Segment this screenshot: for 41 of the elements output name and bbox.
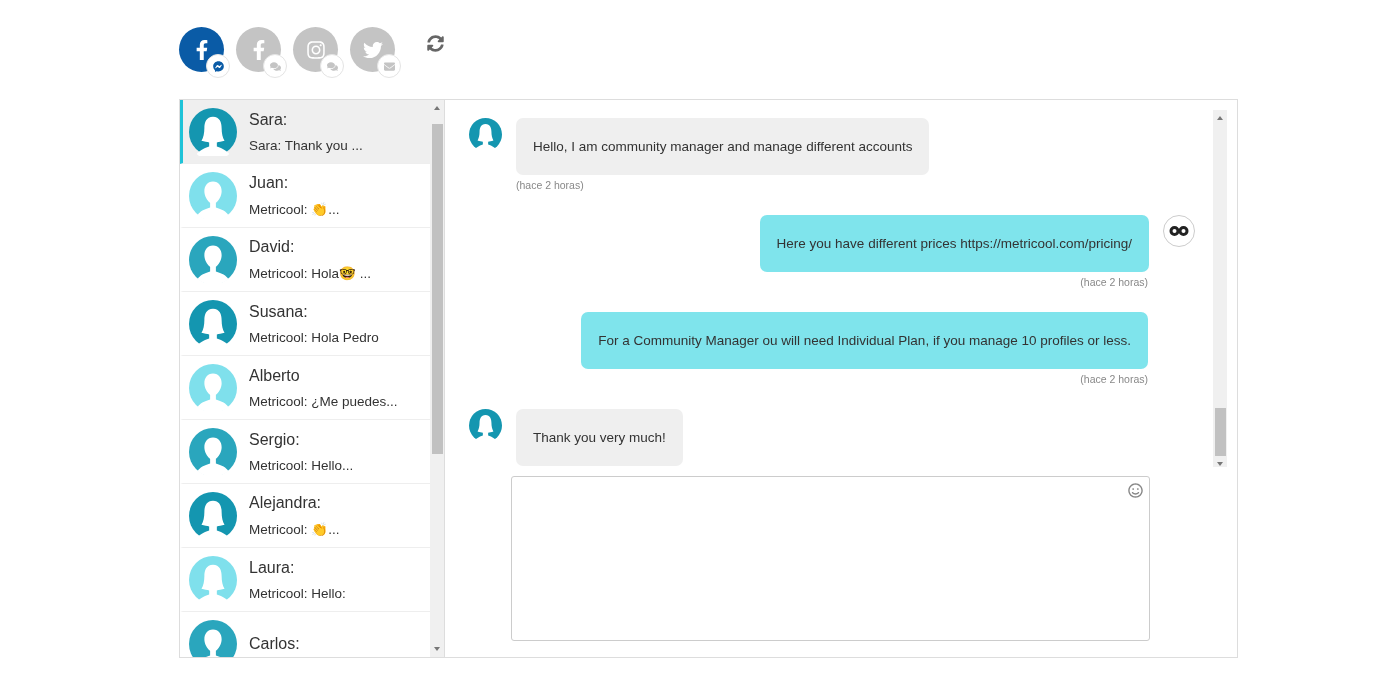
scrollbar[interactable] — [1213, 110, 1227, 467]
contact-name: Sergio: — [249, 430, 301, 449]
message-preview: Sara: Thank you ... — [249, 137, 363, 153]
instagram-icon — [305, 39, 326, 60]
emoji-button[interactable] — [1128, 483, 1143, 498]
scrollbar[interactable] — [430, 100, 444, 657]
message-bubble: Hello, I am community manager and manage different accounts — [516, 118, 930, 175]
message-bubble: Here you have different prices https://metricool.com/pricing/ — [759, 215, 1149, 272]
contact-name: Laura: — [249, 558, 296, 577]
contact-name: Carlos: — [249, 634, 300, 653]
contact-name: Alejandra: — [249, 494, 323, 512]
message-preview: Metricool: ¿Me puedes... — [249, 393, 398, 409]
avatar-icon — [469, 118, 502, 151]
message-preview: Metricool: Hello... — [249, 457, 354, 473]
message-preview: Metricool: Hello: — [249, 585, 346, 601]
scroll-down-icon[interactable] — [433, 645, 441, 653]
scroll-up-icon[interactable] — [433, 104, 441, 112]
message-bubble: Thank you very much! — [516, 409, 683, 466]
conversation-item[interactable]: Sara: Sara: Thank you ... — [180, 100, 430, 164]
contact-name: Juan: — [249, 174, 290, 192]
message-preview: Metricool: 👏... — [249, 201, 340, 217]
twitter-icon — [362, 39, 383, 60]
contact-name: Sara: — [249, 110, 289, 129]
contact-name: David: — [249, 238, 296, 256]
contact-name: Susana: — [249, 302, 309, 321]
message-time: (hace 2 horas) — [1080, 373, 1148, 385]
message-preview: Metricool: Hola Pedro — [249, 329, 379, 345]
infinity-logo-icon — [1163, 215, 1195, 247]
scroll-down-icon[interactable] — [1216, 460, 1224, 468]
message-preview: Metricool: 👏... — [249, 521, 340, 537]
avatar-icon — [469, 409, 502, 442]
scrollbar-thumb[interactable] — [1214, 408, 1226, 456]
contact-name: Alberto — [249, 366, 301, 385]
scrollbar-thumb[interactable] — [431, 124, 443, 454]
message-time: (hace 2 horas) — [1080, 276, 1148, 288]
refresh-button[interactable] — [427, 35, 444, 52]
message-input-field[interactable] — [511, 476, 1150, 641]
message-time: (hace 2 horas) — [516, 179, 584, 191]
scroll-up-icon[interactable] — [1216, 114, 1224, 122]
message-preview: Metricool: Hola🤓 ... — [249, 265, 372, 281]
message-bubble: For a Community Manager ou will need Individual Plan, if you manage 10 profiles or less. — [581, 312, 1148, 369]
